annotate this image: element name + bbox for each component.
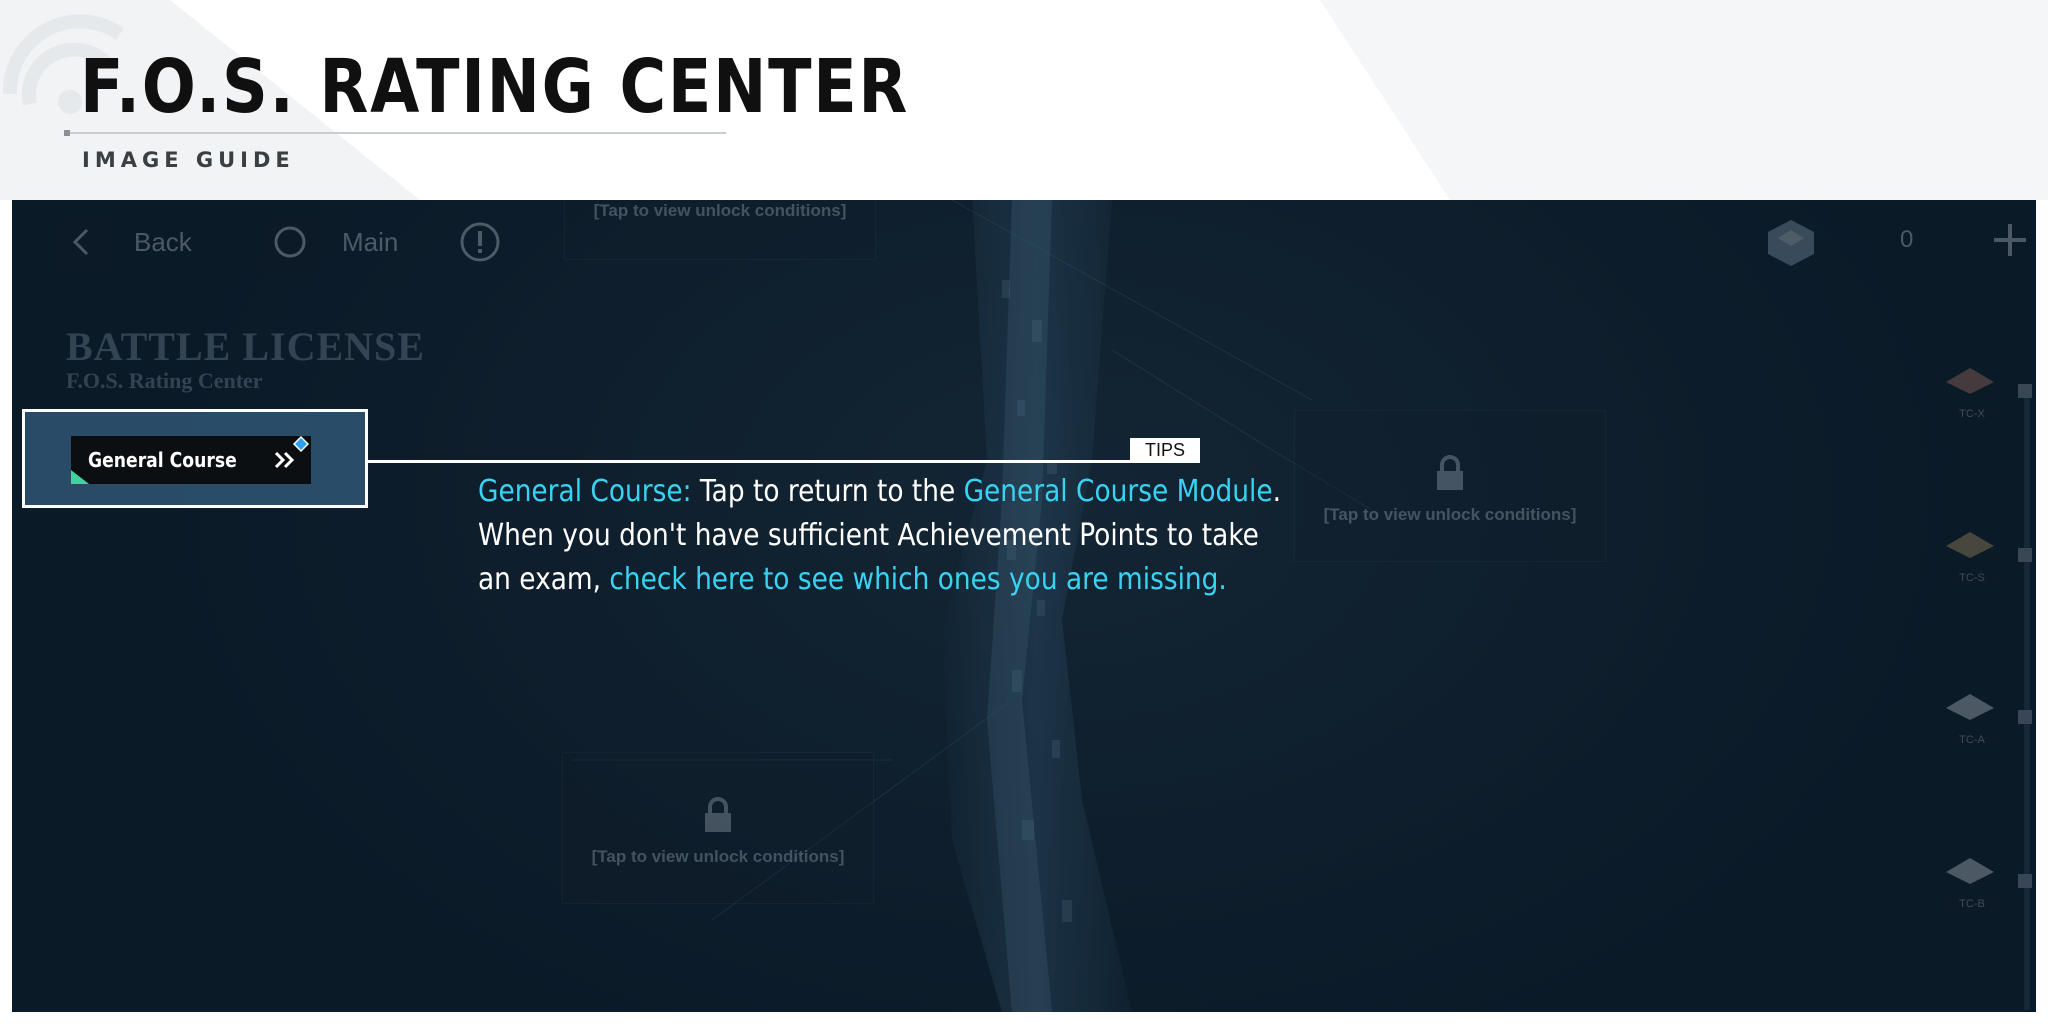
tip-line-2: When you don't have sufficient Achieveme…	[478, 518, 1259, 553]
highlight-frame: General Course	[22, 409, 368, 508]
plus-icon[interactable]	[1990, 220, 2030, 260]
currency-value: 0	[1900, 226, 1914, 253]
diamond-badge-icon	[293, 436, 309, 452]
tier-item-tc-s[interactable]: TC-S	[1942, 524, 2002, 594]
title-divider-mark	[64, 130, 70, 136]
page-title: F.O.S. RATING CENTER	[80, 44, 910, 130]
tip-text-part: Tap to return to the	[691, 474, 964, 509]
info-icon[interactable]	[458, 220, 502, 264]
rail-dot	[2018, 874, 2032, 888]
tier-emblem-icon	[1946, 532, 1994, 558]
battle-license-subtitle: F.O.S. Rating Center	[66, 368, 263, 393]
chevron-left-icon	[72, 228, 89, 256]
tip-highlight: General Course Module	[963, 474, 1273, 509]
tier-item-tc-a[interactable]: TC-A	[1942, 686, 2002, 756]
tier-label: TC-S	[1942, 572, 2002, 584]
game-screenshot: Back Main 0 BATTLE LICENSE F.O.S. Rating…	[12, 200, 2036, 1012]
callout-connector-line	[368, 460, 1200, 463]
locked-exam-card[interactable]: [Tap to view unlock conditions]	[562, 752, 874, 904]
tier-emblem-icon	[1946, 858, 1994, 884]
lock-text: [Tap to view unlock conditions]	[593, 201, 847, 220]
back-icon-box	[52, 212, 112, 272]
locked-exam-card[interactable]: [Tap to view unlock conditions]	[564, 200, 876, 260]
rail-track	[2024, 390, 2030, 1010]
tier-label: TC-X	[1942, 408, 2002, 420]
tier-item-tc-b[interactable]: TC-B	[1942, 850, 2002, 920]
currency-icon	[1768, 220, 1814, 266]
battle-license-heading: BATTLE LICENSE F.O.S. Rating Center	[66, 326, 425, 394]
general-course-label: General Course	[88, 448, 237, 472]
tier-emblem-icon	[1946, 368, 1994, 394]
dim-overlay	[12, 200, 2036, 1012]
lock-text: [Tap to view unlock conditions]	[591, 847, 845, 866]
general-course-button[interactable]: General Course	[71, 436, 311, 484]
corner-accent-icon	[71, 470, 89, 484]
tier-label: TC-A	[1942, 734, 2002, 746]
tier-emblem-icon	[1946, 694, 1994, 720]
lock-text: [Tap to view unlock conditions]	[1323, 505, 1577, 524]
battle-license-title: BATTLE LICENSE	[66, 324, 425, 369]
tier-label: TC-B	[1942, 898, 2002, 910]
lock-icon	[705, 797, 731, 832]
locked-exam-card[interactable]: [Tap to view unlock conditions]	[1294, 410, 1606, 562]
lock-icon	[1437, 455, 1463, 490]
circle-home-icon	[274, 226, 306, 258]
tip-text-part: .	[1272, 474, 1281, 509]
tip-line-1: General Course: Tap to return to the Gen…	[478, 470, 1281, 514]
tier-item-tc-x[interactable]: TC-X	[1942, 360, 2002, 430]
rail-dot	[2018, 548, 2032, 562]
tip-line-3: an exam, check here to see which ones yo…	[478, 558, 1227, 602]
guide-header: F.O.S. RATING CENTER IMAGE GUIDE	[0, 0, 2048, 200]
main-icon-box	[260, 212, 320, 272]
rating-tier-rail: TC-X TC-S TC-A TC-B	[1932, 360, 2036, 1010]
back-button[interactable]: Back	[52, 212, 192, 272]
page-subtitle: IMAGE GUIDE	[82, 148, 295, 172]
main-button[interactable]: Main	[260, 212, 398, 272]
tip-text: General Course: Tap to return to the Gen…	[478, 470, 1281, 602]
main-label: Main	[342, 226, 399, 257]
tip-highlight: check here to see which ones you are mis…	[609, 562, 1227, 597]
rail-dot	[2018, 710, 2032, 724]
tip-highlight: General Course:	[478, 474, 692, 509]
back-label: Back	[134, 226, 192, 257]
tip-text-part: an exam,	[478, 562, 610, 597]
title-divider	[64, 132, 726, 134]
rail-dot	[2018, 384, 2032, 398]
tips-label: TIPS	[1130, 438, 1200, 462]
